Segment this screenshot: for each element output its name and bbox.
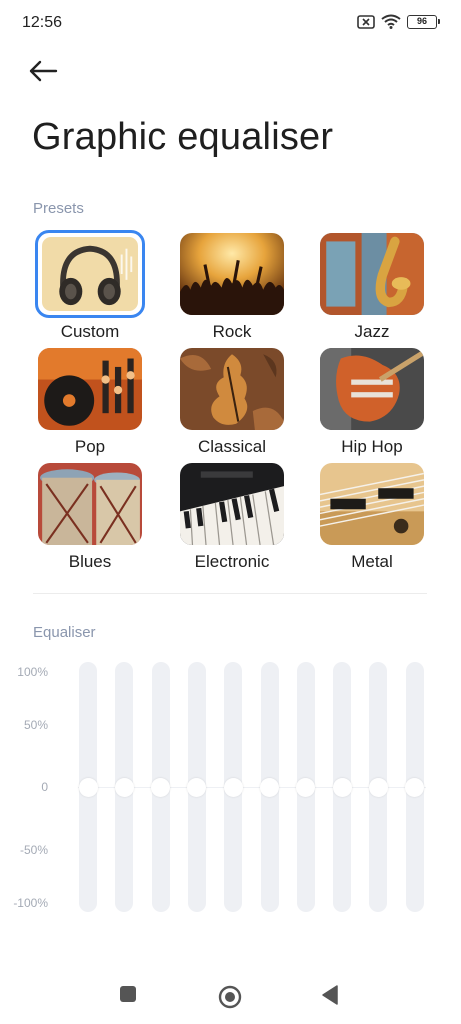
preset-blues[interactable]: Blues bbox=[36, 460, 144, 575]
preset-label: Custom bbox=[60, 322, 120, 341]
preset-electronic[interactable]: Electronic bbox=[178, 460, 286, 575]
eq-band-slider[interactable] bbox=[260, 662, 279, 912]
eq-band-slider[interactable] bbox=[332, 662, 352, 912]
preset-label: Classical bbox=[197, 437, 267, 456]
arrow-left-icon bbox=[28, 60, 58, 87]
eq-band-slider[interactable] bbox=[151, 662, 171, 912]
eq-band-slider[interactable] bbox=[78, 662, 98, 912]
axis-label-minus-100: -100% bbox=[13, 896, 48, 910]
preset-label: Rock bbox=[212, 322, 252, 341]
preset-hip-hop[interactable]: Hip Hop bbox=[318, 345, 426, 460]
eq-band-slider[interactable] bbox=[368, 662, 388, 912]
preset-thumbnail bbox=[180, 233, 284, 315]
eq-band-knob[interactable] bbox=[332, 777, 352, 797]
axis-label-100: 100% bbox=[17, 665, 48, 679]
recents-button[interactable] bbox=[118, 984, 138, 1009]
status-bar: 12:56 96 bbox=[0, 0, 461, 44]
concert-crowd-image bbox=[180, 233, 284, 315]
eq-band-knob[interactable] bbox=[368, 777, 388, 797]
preset-thumbnail bbox=[320, 463, 424, 545]
presets-grid: Custom Rock Jazz Pop Classical Hip Hop B… bbox=[35, 230, 426, 578]
eq-band-knob[interactable] bbox=[223, 777, 243, 797]
preset-custom[interactable]: Custom bbox=[35, 230, 145, 345]
eq-band-knob[interactable] bbox=[296, 777, 316, 797]
nav-back-button[interactable] bbox=[320, 984, 340, 1011]
preset-thumbnail bbox=[38, 348, 142, 430]
status-icons: 96 bbox=[357, 14, 440, 29]
guitar-strings-image bbox=[320, 463, 424, 545]
preset-thumbnail bbox=[180, 463, 284, 545]
equaliser-section-label: Equaliser bbox=[33, 624, 96, 641]
eq-band-slider[interactable] bbox=[296, 662, 316, 912]
preset-rock[interactable]: Rock bbox=[178, 230, 286, 345]
page-title: Graphic equaliser bbox=[32, 116, 334, 158]
wifi-icon bbox=[381, 14, 401, 29]
preset-label: Metal bbox=[351, 552, 393, 571]
headphones-icon bbox=[42, 237, 138, 311]
saxophone-image bbox=[320, 233, 424, 315]
battery-icon: 96 bbox=[407, 14, 440, 29]
preset-thumbnail bbox=[320, 348, 424, 430]
eq-band-knob[interactable] bbox=[78, 777, 98, 797]
eq-band-slider[interactable] bbox=[187, 662, 207, 912]
home-button[interactable] bbox=[217, 984, 243, 1015]
eq-band-knob[interactable] bbox=[187, 777, 207, 797]
equaliser-area: 100% 50% 0 -50% -100% bbox=[0, 660, 461, 916]
preset-classical[interactable]: Classical bbox=[178, 345, 286, 460]
sim-off-icon bbox=[357, 14, 375, 29]
axis-label-minus-50: -50% bbox=[19, 843, 48, 857]
dj-turntable-image bbox=[38, 348, 142, 430]
preset-thumbnail bbox=[180, 348, 284, 430]
preset-thumbnail bbox=[35, 230, 145, 318]
back-triangle-icon bbox=[320, 984, 340, 1011]
electric-guitar-image bbox=[320, 348, 424, 430]
preset-label: Blues bbox=[68, 552, 112, 571]
tabla-drums-image bbox=[38, 463, 142, 545]
eq-band-slider[interactable] bbox=[114, 662, 134, 912]
preset-metal[interactable]: Metal bbox=[318, 460, 426, 575]
preset-jazz[interactable]: Jazz bbox=[318, 230, 426, 345]
preset-label: Pop bbox=[74, 437, 106, 456]
status-time: 12:56 bbox=[22, 14, 63, 31]
keyboard-image bbox=[180, 463, 284, 545]
preset-label: Electronic bbox=[194, 552, 270, 571]
presets-section-label: Presets bbox=[33, 200, 84, 217]
preset-thumbnail bbox=[38, 463, 142, 545]
axis-label-50: 50% bbox=[23, 718, 48, 732]
eq-band-slider[interactable] bbox=[405, 662, 425, 912]
eq-band-knob[interactable] bbox=[260, 777, 279, 797]
preset-thumbnail bbox=[320, 233, 424, 315]
back-button[interactable] bbox=[28, 56, 68, 90]
preset-label: Jazz bbox=[354, 322, 390, 341]
eq-band-knob[interactable] bbox=[114, 777, 134, 797]
divider bbox=[33, 593, 427, 594]
home-circle-icon bbox=[217, 984, 243, 1015]
violin-image bbox=[180, 348, 284, 430]
eq-band-knob[interactable] bbox=[151, 777, 171, 797]
preset-label: Hip Hop bbox=[341, 437, 403, 456]
navigation-bar bbox=[0, 970, 461, 1024]
axis-label-0: 0 bbox=[41, 780, 48, 794]
recents-square-icon bbox=[118, 984, 138, 1009]
preset-pop[interactable]: Pop bbox=[36, 345, 144, 460]
eq-band-knob[interactable] bbox=[405, 777, 425, 797]
eq-band-slider[interactable] bbox=[223, 662, 243, 912]
